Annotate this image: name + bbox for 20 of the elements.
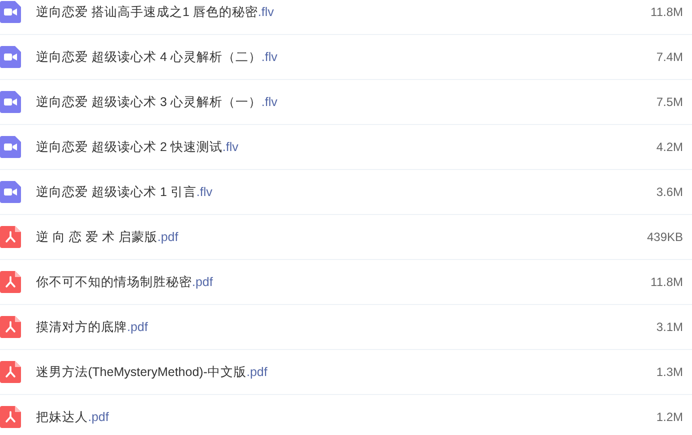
file-name[interactable]: 摸清对方的底牌.pdf [36, 318, 148, 336]
file-size: 4.2M [656, 139, 683, 156]
file-size: 3.1M [656, 319, 683, 336]
file-name[interactable]: 逆 向 恋 爱 术 启蒙版.pdf [36, 228, 178, 246]
file-size: 11.8M [650, 4, 683, 21]
file-size: 7.4M [656, 49, 683, 66]
file-size: 7.5M [656, 94, 683, 111]
file-name[interactable]: 逆向恋爱 超级读心术 2 快速测试.flv [36, 138, 238, 156]
file-name[interactable]: 迷男方法(TheMysteryMethod)-中文版.pdf [36, 362, 268, 382]
file-name[interactable]: 逆向恋爱 超级读心术 3 心灵解析（一）.flv [36, 92, 278, 112]
file-size: 1.2M [656, 409, 683, 426]
file-name[interactable]: 你不可不知的情场制胜秘密.pdf [36, 272, 213, 292]
file-name[interactable]: 逆向恋爱 搭讪高手速成之1 唇色的秘密.flv [36, 2, 274, 22]
file-size: 439KB [646, 229, 683, 246]
file-size: 1.3M [656, 364, 683, 381]
file-name[interactable]: 把妹达人.pdf [36, 408, 109, 426]
file-size: 3.6M [656, 184, 683, 201]
file-name[interactable]: 逆向恋爱 超级读心术 4 心灵解析（二）.flv [36, 48, 278, 66]
file-size: 11.8M [650, 274, 683, 291]
file-name[interactable]: 逆向恋爱 超级读心术 1 引言.flv [36, 182, 212, 202]
